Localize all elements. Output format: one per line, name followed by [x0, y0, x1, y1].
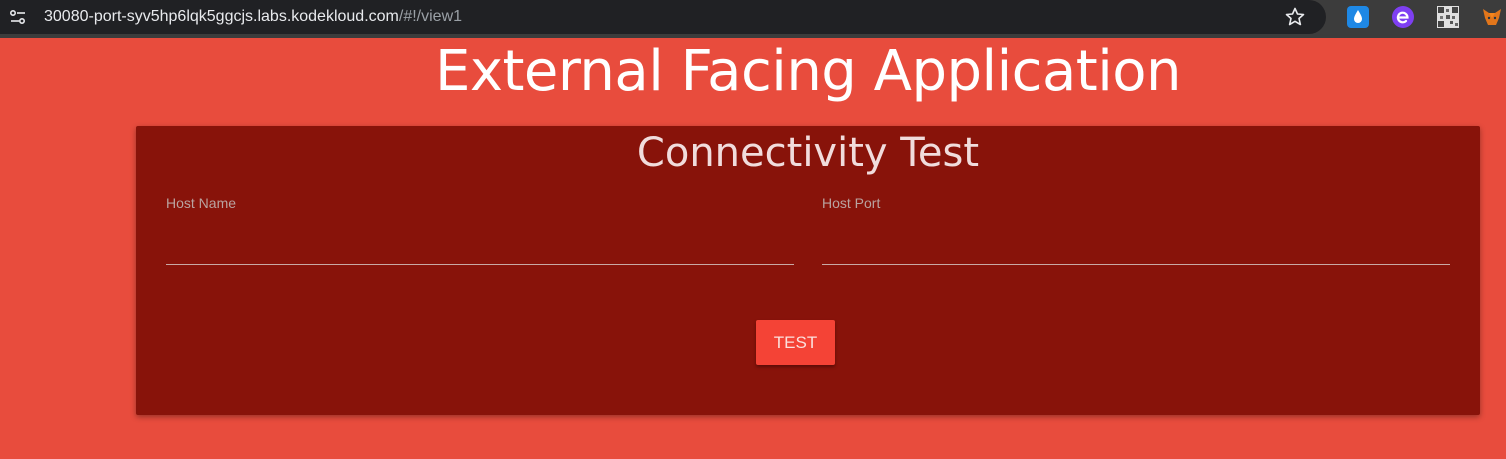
site-settings-icon[interactable]	[8, 7, 28, 27]
browser-toolbar: 30080-port-syv5hp6lqk5ggcjs.labs.kodeklo…	[0, 0, 1506, 38]
host-name-label: Host Name	[166, 195, 237, 211]
host-port-input[interactable]	[822, 220, 1450, 265]
water-drop-icon[interactable]	[1347, 6, 1369, 28]
url-path: /#!/view1	[398, 8, 463, 25]
fox-icon[interactable]	[1481, 6, 1503, 28]
host-name-field: Host Name	[166, 194, 794, 266]
qr-code-icon[interactable]	[1437, 6, 1459, 28]
host-port-field: Host Port	[822, 194, 1450, 266]
page-title: External Facing Application	[434, 39, 1182, 104]
test-button[interactable]: TEST	[756, 320, 835, 365]
host-port-label: Host Port	[822, 195, 881, 211]
address-bar[interactable]: 30080-port-syv5hp6lqk5ggcjs.labs.kodeklo…	[0, 0, 1326, 34]
url-host: 30080-port-syv5hp6lqk5ggcjs.labs.kodeklo…	[44, 8, 399, 25]
connectivity-test-card: Connectivity Test Host Name Host Port TE…	[136, 126, 1480, 415]
card-title: Connectivity Test	[636, 130, 980, 176]
e-logo-icon[interactable]	[1392, 6, 1414, 28]
bookmark-star-icon[interactable]	[1283, 5, 1307, 29]
url-text[interactable]: 30080-port-syv5hp6lqk5ggcjs.labs.kodeklo…	[44, 6, 462, 28]
host-name-input[interactable]	[166, 220, 794, 265]
